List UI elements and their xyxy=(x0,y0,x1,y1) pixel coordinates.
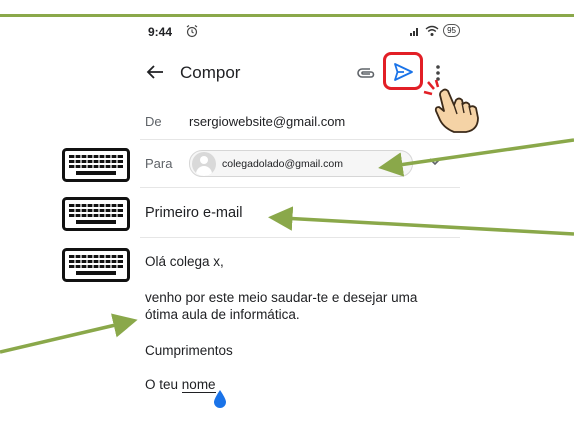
status-bar: 9:44 95 xyxy=(148,22,460,44)
keyboard-icon xyxy=(62,148,130,182)
signature-name: nome xyxy=(181,377,216,393)
chevron-down-icon[interactable] xyxy=(428,157,442,167)
from-label: De xyxy=(145,114,162,129)
arrow-to-body xyxy=(0,313,138,354)
keyboard-icon xyxy=(62,197,130,231)
signal-icon xyxy=(410,27,419,36)
alarm-icon xyxy=(186,25,198,38)
from-value[interactable]: rsergiowebsite@gmail.com xyxy=(189,114,345,129)
body-signature: O teu nome xyxy=(145,376,216,393)
top-divider xyxy=(0,14,574,17)
keyboard-icon xyxy=(62,248,130,282)
avatar xyxy=(192,151,216,176)
body-greeting: Olá colega x, xyxy=(145,254,224,269)
recipient-email: colegadolado@gmail.com xyxy=(222,157,343,170)
to-label: Para xyxy=(145,156,173,171)
subject-row[interactable]: Primeiro e-mail xyxy=(140,187,460,238)
from-row: De rsergiowebsite@gmail.com xyxy=(140,105,460,140)
status-time: 9:44 xyxy=(148,25,173,39)
signature-prefix: O teu xyxy=(145,377,179,392)
subject-field[interactable]: Primeiro e-mail xyxy=(145,205,243,221)
to-row[interactable]: Para colegadolado@gmail.com xyxy=(140,139,460,188)
back-arrow-icon[interactable] xyxy=(144,61,166,83)
attach-icon[interactable] xyxy=(356,63,376,83)
recipient-chip[interactable]: colegadolado@gmail.com xyxy=(189,150,413,177)
status-icons: 95 xyxy=(409,24,460,37)
text-cursor-handle-icon[interactable] xyxy=(213,390,227,408)
compose-app-bar: Compor xyxy=(140,52,460,91)
send-button[interactable] xyxy=(383,52,423,90)
page-title: Compor xyxy=(180,63,241,82)
body-line-2: ótima aula de informática. xyxy=(145,307,300,322)
battery-icon: 95 xyxy=(443,24,460,37)
send-icon xyxy=(394,63,413,81)
body-closing: Cumprimentos xyxy=(145,343,233,358)
body-line-1: venho por este meio saudar-te e desejar … xyxy=(145,290,418,305)
wifi-icon xyxy=(425,25,439,36)
